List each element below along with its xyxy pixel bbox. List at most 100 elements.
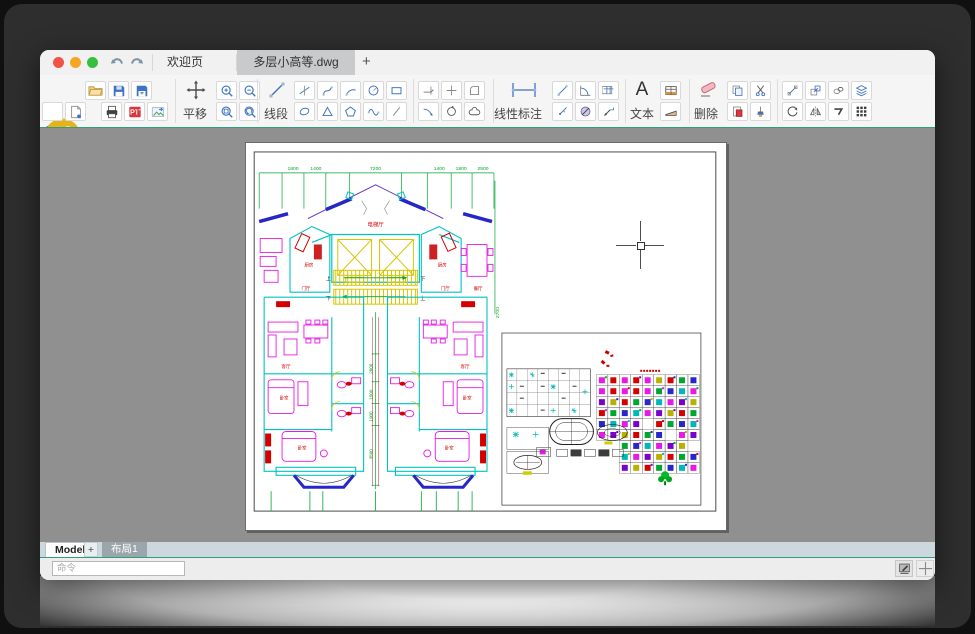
radius-dim-button[interactable]	[552, 102, 573, 121]
svg-text:卧室: 卧室	[280, 395, 289, 402]
fillet-button[interactable]	[464, 81, 485, 100]
stair-down-label: 下	[420, 276, 425, 282]
segment-button[interactable]	[386, 102, 407, 121]
leader-dim-button[interactable]	[598, 102, 619, 121]
linear-dim-label[interactable]: 线性标注	[494, 105, 542, 122]
save-as-button[interactable]	[131, 81, 152, 100]
stair-up-label: 上	[420, 295, 425, 302]
new-file-button[interactable]	[65, 102, 86, 121]
paper-sheet: 1800 1400 7200 1400 1800 2500 2700	[245, 142, 727, 531]
scale-button[interactable]	[805, 81, 826, 100]
cut-button[interactable]	[750, 81, 771, 100]
svg-text:1800: 1800	[456, 166, 467, 172]
save-button[interactable]	[108, 81, 129, 100]
array-button[interactable]	[851, 102, 872, 121]
text-tool-icon[interactable]: A	[630, 77, 654, 103]
tab-document[interactable]: 多层小高等.dwg	[237, 50, 355, 75]
polygon-button[interactable]	[340, 102, 361, 121]
maximize-window-button[interactable]	[87, 57, 98, 68]
svg-text:卧室: 卧室	[297, 444, 306, 451]
continue-dim-button[interactable]	[598, 81, 619, 100]
line-tool-icon[interactable]	[264, 78, 290, 102]
kitchen-label: 厨房	[438, 261, 447, 268]
mirror-button[interactable]	[805, 102, 826, 121]
export-pdf-button[interactable]	[124, 102, 145, 121]
table-button[interactable]	[660, 81, 681, 100]
polyline-button[interactable]	[317, 81, 338, 100]
break-button[interactable]	[828, 102, 849, 121]
balconies	[294, 475, 473, 487]
xline-button[interactable]	[294, 81, 315, 100]
minimize-window-button[interactable]	[70, 57, 81, 68]
join-button[interactable]	[782, 81, 803, 100]
rectangle-button[interactable]	[386, 81, 407, 100]
text-group: A 文本	[626, 75, 686, 127]
redo-button[interactable]	[128, 54, 146, 72]
rotate-button[interactable]	[782, 102, 803, 121]
delete-label[interactable]: 删除	[694, 105, 718, 122]
extend-button[interactable]	[441, 81, 462, 100]
aligned-dim-button[interactable]	[552, 81, 573, 100]
layout-tab-bar: Model + 布局1	[40, 542, 935, 558]
revision-cloud-button[interactable]	[441, 102, 462, 121]
elevator-hall-label: 电梯厅	[367, 221, 384, 229]
eraser-icon[interactable]	[695, 79, 721, 101]
site-title-marks	[640, 370, 660, 372]
circle-button[interactable]	[363, 81, 384, 100]
blank-button[interactable]	[42, 102, 63, 121]
arc-button[interactable]	[340, 81, 361, 100]
pan-icon[interactable]	[182, 78, 210, 102]
crosshair-toggle-icon[interactable]	[916, 560, 934, 577]
floor-plan: 1800 1400 7200 1400 1800 2500 2700	[259, 166, 501, 511]
command-input[interactable]	[52, 561, 185, 576]
drawing-canvas[interactable]: 1800 1400 7200 1400 1800 2500 2700	[40, 128, 935, 542]
ellipse-button[interactable]	[294, 102, 315, 121]
format-brush-button[interactable]	[750, 102, 771, 121]
linear-dim-icon[interactable]	[504, 78, 544, 102]
open-file-button[interactable]	[85, 81, 106, 100]
export-image-button[interactable]	[147, 102, 168, 121]
add-layout-button[interactable]: +	[84, 542, 98, 557]
foyer-label: 门厅	[441, 285, 450, 292]
undo-button[interactable]	[108, 54, 126, 72]
svg-text:1900: 1900	[369, 411, 374, 422]
zoom-in-button[interactable]	[216, 81, 237, 100]
trim-button[interactable]	[418, 81, 439, 100]
svg-text:卧室: 卧室	[445, 444, 454, 451]
dining-label: 餐厅	[474, 285, 483, 292]
print-button[interactable]	[101, 102, 122, 121]
diameter-dim-button[interactable]	[575, 102, 596, 121]
app-window: 欢迎页 多层小高等.dwg +	[40, 50, 935, 580]
svg-text:客厅: 客厅	[282, 363, 291, 370]
cloud-polygon-button[interactable]	[464, 102, 485, 121]
copy-button[interactable]	[727, 81, 748, 100]
new-tab-button[interactable]: +	[362, 50, 371, 75]
window-glow	[40, 576, 935, 626]
triangle-button[interactable]	[317, 102, 338, 121]
wipeout-button[interactable]	[660, 102, 681, 121]
angular-dim-button[interactable]	[575, 81, 596, 100]
text-label[interactable]: 文本	[630, 105, 654, 122]
paste-button[interactable]	[727, 102, 748, 121]
roof	[259, 185, 492, 222]
offset-button[interactable]	[828, 81, 849, 100]
close-window-button[interactable]	[53, 57, 64, 68]
transform-group	[778, 75, 878, 127]
zoom-window-button[interactable]	[216, 102, 237, 121]
file-group	[40, 75, 172, 127]
top-dimension-labels: 1800 1400 7200 1400 1800 2500	[287, 166, 488, 172]
pan-label[interactable]: 平移	[183, 105, 207, 122]
draw-group: 线段	[258, 75, 410, 127]
curve-button[interactable]	[418, 102, 439, 121]
spline-button[interactable]	[363, 102, 384, 121]
delete-group: 删除	[690, 75, 774, 127]
svg-text:1400: 1400	[434, 166, 445, 172]
command-bar	[40, 558, 935, 580]
layers-button[interactable]	[851, 81, 872, 100]
tab-layout1[interactable]: 布局1	[102, 542, 147, 557]
center-dimensions: 2600 1500 1900 3500	[369, 312, 380, 489]
annotate-screen-icon[interactable]	[895, 560, 913, 577]
svg-text:3500: 3500	[369, 449, 374, 460]
line-label[interactable]: 线段	[264, 105, 288, 122]
toolbar: 平移 线段	[40, 75, 935, 127]
